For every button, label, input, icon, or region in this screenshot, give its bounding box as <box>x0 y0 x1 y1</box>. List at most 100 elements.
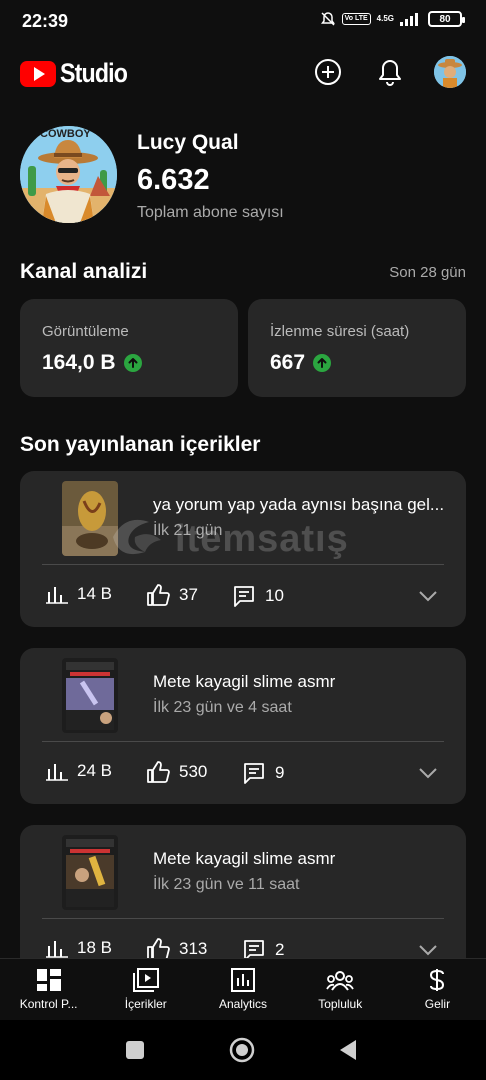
notifications-button[interactable] <box>374 56 406 88</box>
stat-value: 164,0 B <box>42 351 142 375</box>
likes-count: 313 <box>179 939 208 958</box>
video-age: İlk 23 gün ve 11 saat <box>153 876 300 893</box>
subscriber-label: Toplam abone sayısı <box>137 204 284 221</box>
logo-text: Studio <box>60 58 128 88</box>
expand-button[interactable] <box>416 584 440 608</box>
comments-count: 9 <box>275 763 285 782</box>
network-type: 4.5G <box>376 14 394 23</box>
nav-label: Gelir <box>424 997 451 1011</box>
channel-name: Lucy Qual <box>137 131 239 154</box>
chevron-down-icon <box>419 768 437 779</box>
video-title: Mete kayagil slime asmr <box>153 672 336 691</box>
likes-metric: 530 <box>146 761 207 783</box>
back-triangle-icon <box>340 1040 356 1060</box>
analytics-period[interactable]: Son 28 gün <box>389 264 466 281</box>
volte-badge: Vo LTE <box>341 13 371 25</box>
create-button[interactable] <box>312 56 344 88</box>
comment-icon <box>244 763 264 784</box>
content-icon <box>132 968 159 992</box>
watch-time-card[interactable]: İzlenme süresi (saat) 667 <box>248 299 466 397</box>
divider <box>42 564 444 565</box>
views-metric: 24 B <box>46 761 112 781</box>
studio-logo[interactable]: Studio <box>20 58 138 89</box>
views-bars-icon <box>46 764 68 781</box>
video-age: İlk 23 gün ve 4 saat <box>153 699 292 716</box>
views-count: 18 B <box>77 938 112 957</box>
bell-icon <box>379 60 401 86</box>
bottom-nav: Kontrol P... İçerikler Analytics Toplulu… <box>0 958 486 1020</box>
battery-icon: 80 <box>428 11 465 27</box>
thumbs-up-icon <box>147 761 170 783</box>
video-thumbnail <box>62 658 118 733</box>
recents-button[interactable] <box>125 1040 145 1065</box>
thumbs-up-icon <box>147 584 170 606</box>
community-icon <box>326 971 354 991</box>
earn-icon <box>430 969 445 991</box>
status-time: 22:39 <box>22 11 69 31</box>
nav-dashboard[interactable]: Kontrol P... <box>0 959 97 1020</box>
dashboard-icon <box>36 969 61 991</box>
nav-label: İçerikler <box>124 997 167 1011</box>
video-thumbnail <box>62 835 118 910</box>
signal-icon <box>400 12 422 26</box>
nav-content[interactable]: İçerikler <box>97 959 194 1020</box>
stat-number: 164,0 B <box>42 351 116 374</box>
divider <box>42 741 444 742</box>
account-button[interactable] <box>434 56 466 88</box>
channel-avatar[interactable]: COWBOY <box>20 126 117 223</box>
views-metric: 14 B <box>46 584 112 604</box>
video-age: İlk 21 gün <box>153 522 223 539</box>
stat-value: 667 <box>270 351 332 375</box>
back-button[interactable] <box>338 1039 358 1066</box>
subscriber-count: 6.632 <box>137 164 210 196</box>
trend-up-icon <box>313 354 332 372</box>
nav-label: Analytics <box>218 997 268 1011</box>
app-header: Studio <box>0 42 486 102</box>
analytics-title: Kanal analizi <box>20 260 148 283</box>
likes-metric: 37 <box>146 584 198 606</box>
video-card[interactable]: Mete kayagil slime asmr İlk 23 gün ve 4 … <box>20 648 466 804</box>
chevron-down-icon <box>419 591 437 602</box>
nav-analytics[interactable]: Analytics <box>194 959 291 1020</box>
thumbs-up-icon <box>147 938 170 960</box>
status-bar: 22:39 Vo LTE 4.5G 80 <box>0 0 486 42</box>
stat-label: İzlenme süresi (saat) <box>270 323 410 340</box>
status-icons: Vo LTE 4.5G 80 <box>320 11 465 27</box>
video-card[interactable]: ya yorum yap yada aynısı başına gel... İ… <box>20 471 466 627</box>
trend-up-icon <box>123 354 142 372</box>
views-bars-icon <box>46 941 68 958</box>
square-icon <box>126 1041 144 1059</box>
comments-count: 2 <box>275 940 285 959</box>
nav-label: Topluluk <box>318 997 363 1011</box>
comments-metric: 10 <box>232 584 284 608</box>
home-circle-icon <box>229 1037 255 1063</box>
video-title: ya yorum yap yada aynısı başına gel... <box>153 495 445 514</box>
comments-metric: 9 <box>242 761 284 785</box>
account-avatar <box>434 56 466 88</box>
mute-icon <box>320 11 336 27</box>
stat-number: 667 <box>270 351 306 374</box>
likes-metric: 313 <box>146 938 207 960</box>
nav-community[interactable]: Topluluk <box>292 959 389 1020</box>
video-thumbnail <box>62 481 118 556</box>
chevron-down-icon <box>419 945 437 956</box>
home-button[interactable] <box>229 1037 255 1068</box>
youtube-logo-icon <box>20 60 56 87</box>
recent-title: Son yayınlanan içerikler <box>20 433 261 456</box>
views-card[interactable]: Görüntüleme 164,0 B <box>20 299 238 397</box>
create-icon <box>315 59 341 85</box>
comment-icon <box>234 586 254 607</box>
video-title: Mete kayagil slime asmr <box>153 849 336 868</box>
nav-earn[interactable]: Gelir <box>389 959 486 1020</box>
avatar-caption: COWBOY <box>40 128 91 140</box>
nav-label: Kontrol P... <box>19 997 78 1011</box>
views-bars-icon <box>46 587 68 604</box>
likes-count: 37 <box>179 585 198 604</box>
likes-count: 530 <box>179 762 208 781</box>
expand-button[interactable] <box>416 761 440 785</box>
views-count: 14 B <box>77 584 112 603</box>
views-count: 24 B <box>77 761 112 780</box>
divider <box>42 918 444 919</box>
channel-profile: COWBOY Lucy Qual 6.632 Toplam abone sayı… <box>20 126 466 226</box>
system-navigation <box>0 1020 486 1080</box>
